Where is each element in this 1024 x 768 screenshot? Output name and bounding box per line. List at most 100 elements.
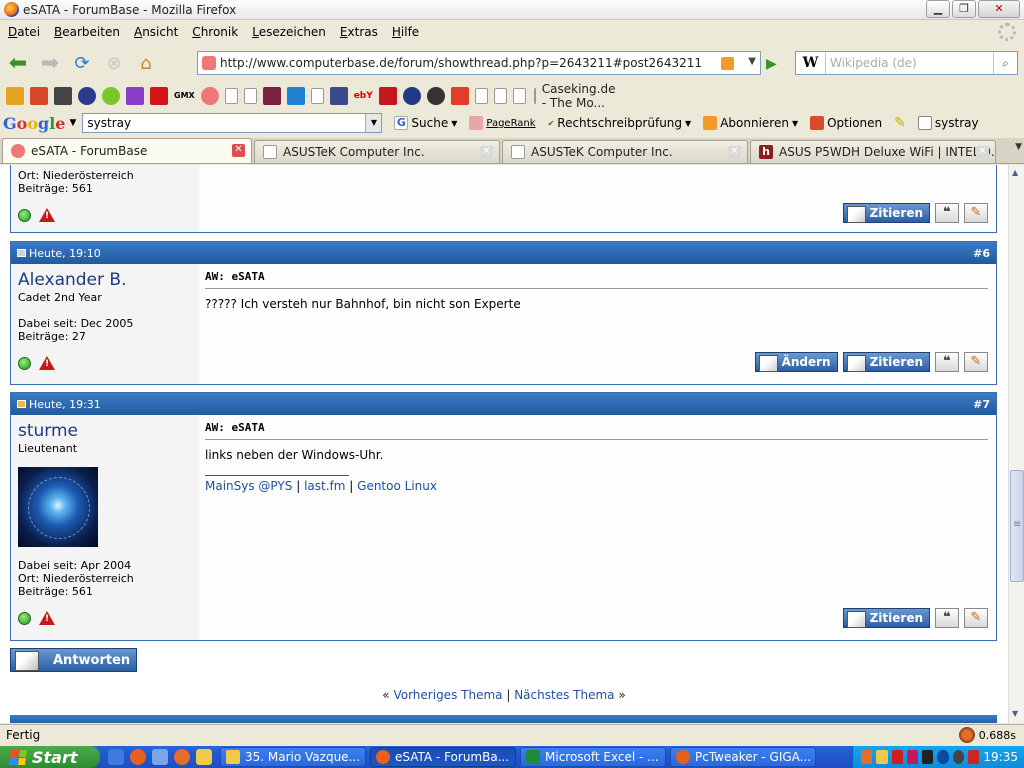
start-button[interactable]: Start bbox=[0, 746, 100, 768]
subscribe-button[interactable]: Abonnieren ▼ bbox=[703, 116, 798, 130]
menu-chronik[interactable]: Chronik bbox=[192, 25, 238, 39]
desktop-icon[interactable] bbox=[152, 749, 168, 765]
google-search-button[interactable]: G Suche ▼ bbox=[394, 116, 457, 130]
google-history-dropdown-icon[interactable]: ▼ bbox=[365, 114, 382, 132]
clock[interactable]: 19:35 bbox=[983, 750, 1024, 764]
edit-button[interactable]: Ändern bbox=[754, 352, 838, 372]
post-number[interactable]: #7 bbox=[973, 398, 990, 411]
load-time-icon[interactable] bbox=[958, 727, 975, 743]
highlight-button[interactable]: ✎ bbox=[894, 115, 906, 131]
report-post-icon[interactable] bbox=[39, 611, 55, 625]
close-button[interactable]: ✕ bbox=[978, 0, 1020, 18]
page-bookmark-icon[interactable] bbox=[474, 87, 488, 104]
tray-app-icon[interactable] bbox=[861, 750, 873, 764]
maximize-button[interactable]: ❐ bbox=[952, 0, 976, 18]
help-bookmark-icon[interactable] bbox=[126, 86, 144, 105]
find-term-button[interactable]: systray bbox=[917, 116, 979, 130]
bookmark-icon[interactable] bbox=[378, 86, 397, 105]
post-number[interactable]: #6 bbox=[973, 247, 990, 260]
bookmark-icon[interactable] bbox=[30, 86, 48, 105]
bookmark-icon[interactable] bbox=[426, 86, 445, 105]
tab-esata[interactable]: eSATA - ForumBase ✕ bbox=[2, 138, 252, 163]
ebay-bookmark-icon[interactable]: ebY bbox=[354, 91, 373, 101]
taskbar-item[interactable]: 35. Mario Vazque... bbox=[220, 747, 366, 767]
options-button[interactable]: Optionen bbox=[810, 116, 882, 130]
spellcheck-button[interactable]: ✔ Rechtschreibprüfung ▼ bbox=[548, 116, 692, 130]
tab-asustek-1[interactable]: ASUSTeK Computer Inc. ✕ bbox=[254, 140, 500, 163]
reload-button[interactable]: ⟳ bbox=[68, 49, 96, 77]
signature-link[interactable]: last.fm bbox=[304, 479, 345, 493]
taskbar-item[interactable]: PcTweaker - GIGA... bbox=[670, 747, 816, 767]
bookmark-icon[interactable] bbox=[150, 86, 168, 105]
forward-button[interactable]: ➡ bbox=[36, 49, 64, 77]
page-bookmark-icon[interactable] bbox=[493, 87, 507, 104]
taskbar-item[interactable]: eSATA - ForumBa... bbox=[370, 747, 516, 767]
quote-button[interactable]: Zitieren bbox=[842, 203, 930, 223]
quote-button[interactable]: Zitieren bbox=[842, 352, 930, 372]
search-icon[interactable]: ⌕ bbox=[993, 52, 1017, 74]
tab-asustek-2[interactable]: ASUSTeK Computer Inc. ✕ bbox=[502, 140, 748, 163]
shield-icon[interactable] bbox=[876, 750, 888, 764]
quick-reply-button[interactable]: ✎ bbox=[964, 352, 988, 372]
close-tab-icon[interactable]: ✕ bbox=[232, 144, 245, 157]
scroll-up-icon[interactable]: ▲ bbox=[1012, 168, 1018, 177]
google-logo[interactable]: Google bbox=[3, 114, 65, 133]
back-button[interactable]: ⬅ bbox=[4, 49, 32, 77]
tray-app-icon[interactable] bbox=[922, 750, 934, 764]
menu-hilfe[interactable]: Hilfe bbox=[392, 25, 419, 39]
bookmark-caseking[interactable]: Caseking.de - The Mo... bbox=[533, 82, 615, 110]
bookmark-icon[interactable] bbox=[200, 86, 219, 105]
menu-lesezeichen[interactable]: Lesezeichen bbox=[252, 25, 326, 39]
menu-extras[interactable]: Extras bbox=[340, 25, 378, 39]
taskbar-item[interactable]: Microsoft Excel - ... bbox=[520, 747, 666, 767]
ie-icon[interactable] bbox=[108, 749, 124, 765]
star-bookmark-icon[interactable] bbox=[402, 86, 421, 105]
page-bookmark-icon[interactable] bbox=[243, 87, 257, 104]
multi-quote-button[interactable]: ❝ bbox=[935, 608, 959, 628]
bookmark-icon[interactable] bbox=[329, 86, 348, 105]
bookmark-icon[interactable] bbox=[262, 86, 281, 105]
page-bookmark-icon[interactable] bbox=[310, 87, 324, 104]
tray-app-icon[interactable] bbox=[906, 750, 919, 764]
volume-icon[interactable] bbox=[952, 750, 965, 764]
tray-app-icon[interactable] bbox=[891, 750, 903, 764]
rss-feed-icon[interactable] bbox=[721, 57, 734, 70]
multi-quote-button[interactable]: ❝ bbox=[935, 352, 959, 372]
scroll-thumb[interactable] bbox=[1010, 470, 1024, 582]
star-bookmark-icon[interactable] bbox=[78, 86, 96, 105]
page-bookmark-icon[interactable] bbox=[224, 87, 238, 104]
signature-link[interactable]: Gentoo Linux bbox=[357, 479, 437, 493]
report-post-icon[interactable] bbox=[39, 208, 55, 222]
bookmark-icon[interactable] bbox=[6, 86, 24, 105]
report-post-icon[interactable] bbox=[39, 356, 55, 370]
tv-bookmark-icon[interactable] bbox=[450, 86, 469, 105]
menu-bearbeiten[interactable]: Bearbeiten bbox=[54, 25, 120, 39]
firefox-icon[interactable] bbox=[130, 749, 146, 765]
bookmark-icon[interactable] bbox=[54, 86, 72, 105]
app-icon[interactable] bbox=[196, 749, 212, 765]
signature-link[interactable]: MainSys @PYS bbox=[205, 479, 292, 493]
multi-quote-button[interactable]: ❝ bbox=[935, 203, 959, 223]
quote-button[interactable]: Zitieren bbox=[842, 608, 930, 628]
app-icon[interactable] bbox=[174, 749, 190, 765]
url-dropdown-icon[interactable]: ▼ bbox=[748, 56, 756, 67]
username-link[interactable]: Alexander B. bbox=[18, 270, 192, 290]
home-button[interactable]: ⌂ bbox=[132, 49, 160, 77]
google-search-input[interactable]: systray ▼ bbox=[82, 113, 383, 133]
stop-button[interactable]: ⊗ bbox=[100, 49, 128, 77]
pagerank-button[interactable]: PageRank bbox=[469, 116, 536, 130]
next-thread-link[interactable]: Nächstes Thema bbox=[514, 688, 614, 702]
search-box[interactable]: W Wikipedia (de) ⌕ bbox=[795, 51, 1018, 75]
bookmark-icon[interactable] bbox=[286, 86, 305, 105]
quick-reply-button[interactable]: ✎ bbox=[964, 203, 988, 223]
quick-reply-button[interactable]: ✎ bbox=[964, 608, 988, 628]
tray-app-icon[interactable] bbox=[968, 750, 980, 764]
vertical-scrollbar[interactable]: ▲ ▼ bbox=[1008, 165, 1024, 723]
url-bar[interactable]: http://www.computerbase.de/forum/showthr… bbox=[197, 51, 761, 75]
username-link[interactable]: sturme bbox=[18, 421, 192, 441]
tab-list-dropdown-icon[interactable]: ▼ bbox=[1015, 142, 1022, 152]
reply-button[interactable]: Antworten bbox=[10, 648, 137, 672]
search-input[interactable]: Wikipedia (de) bbox=[826, 56, 993, 70]
menu-datei[interactable]: Datei bbox=[8, 25, 40, 39]
page-bookmark-icon[interactable] bbox=[512, 87, 526, 104]
